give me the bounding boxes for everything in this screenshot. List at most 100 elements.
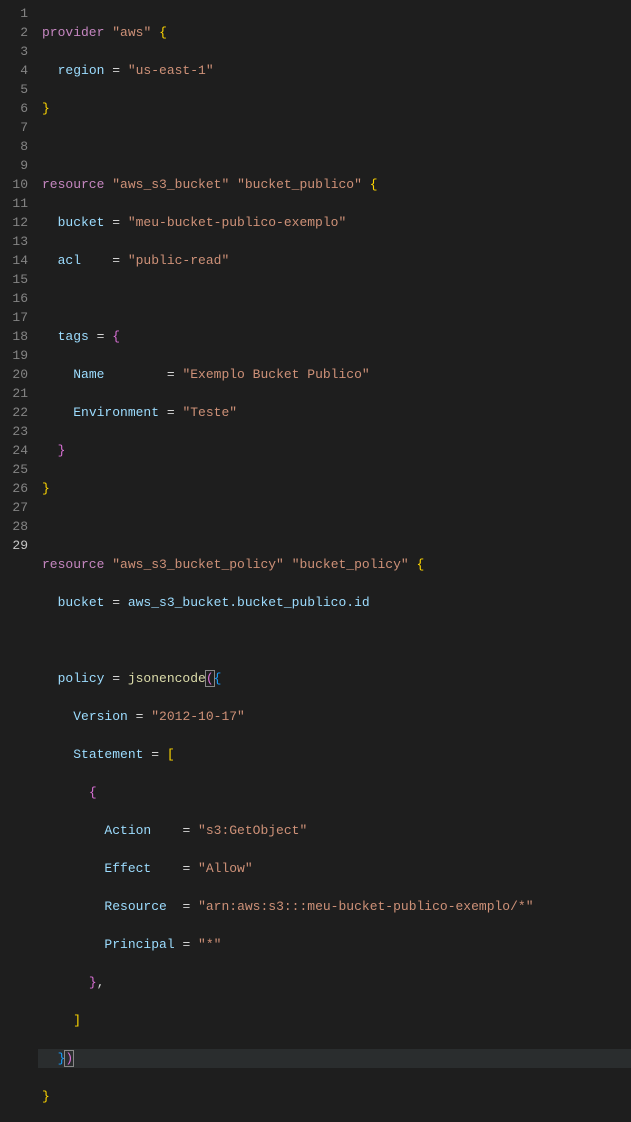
property: Resource [104, 899, 166, 914]
line-number: 29 [0, 536, 28, 555]
bracket: ] [73, 1013, 81, 1028]
code-line[interactable]: } [42, 1087, 631, 1106]
line-number: 23 [0, 422, 28, 441]
line-number: 14 [0, 251, 28, 270]
line-number: 15 [0, 270, 28, 289]
code-line[interactable]: Statement = [ [42, 745, 631, 764]
operator: = [104, 595, 127, 610]
paren: ) [64, 1050, 74, 1067]
keyword-resource: resource [42, 557, 104, 572]
line-number: 2 [0, 23, 28, 42]
string-literal: "*" [198, 937, 221, 952]
code-line[interactable]: acl = "public-read" [42, 251, 631, 270]
line-number: 18 [0, 327, 28, 346]
string-literal: "Allow" [198, 861, 253, 876]
code-line[interactable]: } [42, 441, 631, 460]
code-line[interactable]: Action = "s3:GetObject" [42, 821, 631, 840]
brace: { [370, 177, 378, 192]
property: bucket [58, 215, 105, 230]
code-line[interactable]: ] [42, 1011, 631, 1030]
code-editor[interactable]: 1 2 3 4 5 6 7 8 9 10 11 12 13 14 15 16 1… [0, 0, 631, 561]
code-line[interactable] [42, 137, 631, 156]
operator: = [89, 329, 112, 344]
code-line[interactable] [42, 289, 631, 308]
property: tags [58, 329, 89, 344]
code-line[interactable]: Name = "Exemplo Bucket Publico" [42, 365, 631, 384]
property: policy [58, 671, 105, 686]
bracket: [ [167, 747, 175, 762]
brace: { [112, 329, 120, 344]
line-number: 24 [0, 441, 28, 460]
code-line[interactable]: { [42, 783, 631, 802]
line-number: 12 [0, 213, 28, 232]
string-literal: "bucket_publico" [237, 177, 362, 192]
line-number: 16 [0, 289, 28, 308]
operator: = [128, 709, 151, 724]
property: Effect [104, 861, 151, 876]
line-number-gutter: 1 2 3 4 5 6 7 8 9 10 11 12 13 14 15 16 1… [0, 0, 42, 561]
code-line[interactable]: bucket = aws_s3_bucket.bucket_publico.id [42, 593, 631, 612]
code-line[interactable]: resource "aws_s3_bucket" "bucket_publico… [42, 175, 631, 194]
property: region [58, 63, 105, 78]
brace: { [214, 671, 222, 686]
comma: , [97, 975, 105, 990]
function-call: jsonencode [128, 671, 206, 686]
code-content[interactable]: provider "aws" { region = "us-east-1" } … [42, 0, 631, 561]
code-line[interactable] [42, 517, 631, 536]
brace: } [42, 1089, 50, 1104]
code-line[interactable]: } [42, 99, 631, 118]
property: Environment [73, 405, 159, 420]
code-line[interactable]: resource "aws_s3_bucket_policy" "bucket_… [42, 555, 631, 574]
brace: } [58, 443, 66, 458]
string-literal: "aws_s3_bucket" [112, 177, 229, 192]
code-line[interactable]: Version = "2012-10-17" [42, 707, 631, 726]
brace: } [89, 975, 97, 990]
line-number: 25 [0, 460, 28, 479]
property: Name [73, 367, 104, 382]
code-line[interactable]: Resource = "arn:aws:s3:::meu-bucket-publ… [42, 897, 631, 916]
string-literal: "meu-bucket-publico-exemplo" [128, 215, 346, 230]
property: Statement [73, 747, 143, 762]
line-number: 26 [0, 479, 28, 498]
line-number: 28 [0, 517, 28, 536]
code-line[interactable]: Effect = "Allow" [42, 859, 631, 878]
keyword-provider: provider [42, 25, 104, 40]
property: Principal [104, 937, 174, 952]
line-number: 19 [0, 346, 28, 365]
operator: = [104, 63, 127, 78]
code-line[interactable]: policy = jsonencode({ [42, 669, 631, 688]
string-literal: "arn:aws:s3:::meu-bucket-publico-exemplo… [198, 899, 533, 914]
code-line[interactable]: Environment = "Teste" [42, 403, 631, 422]
code-line[interactable]: tags = { [42, 327, 631, 346]
variable-reference: aws_s3_bucket.bucket_publico.id [128, 595, 370, 610]
line-number: 17 [0, 308, 28, 327]
line-number: 10 [0, 175, 28, 194]
property: acl [58, 253, 81, 268]
line-number: 20 [0, 365, 28, 384]
line-number: 27 [0, 498, 28, 517]
code-line[interactable]: }, [42, 973, 631, 992]
code-line[interactable]: bucket = "meu-bucket-publico-exemplo" [42, 213, 631, 232]
brace: { [159, 25, 167, 40]
line-number: 6 [0, 99, 28, 118]
line-number: 7 [0, 118, 28, 137]
brace: } [42, 101, 50, 116]
property: Action [104, 823, 151, 838]
string-literal: "aws_s3_bucket_policy" [112, 557, 284, 572]
line-number: 13 [0, 232, 28, 251]
code-line[interactable]: Principal = "*" [42, 935, 631, 954]
code-line[interactable]: region = "us-east-1" [42, 61, 631, 80]
line-number: 1 [0, 4, 28, 23]
line-number: 4 [0, 61, 28, 80]
line-number: 8 [0, 137, 28, 156]
line-number: 21 [0, 384, 28, 403]
string-literal: "us-east-1" [128, 63, 214, 78]
brace: { [89, 785, 97, 800]
code-line[interactable]: provider "aws" { [42, 23, 631, 42]
brace: } [42, 481, 50, 496]
string-literal: "2012-10-17" [151, 709, 245, 724]
string-literal: "Teste" [182, 405, 237, 420]
code-line[interactable]: }) [38, 1049, 631, 1068]
code-line[interactable] [42, 631, 631, 650]
code-line[interactable]: } [42, 479, 631, 498]
